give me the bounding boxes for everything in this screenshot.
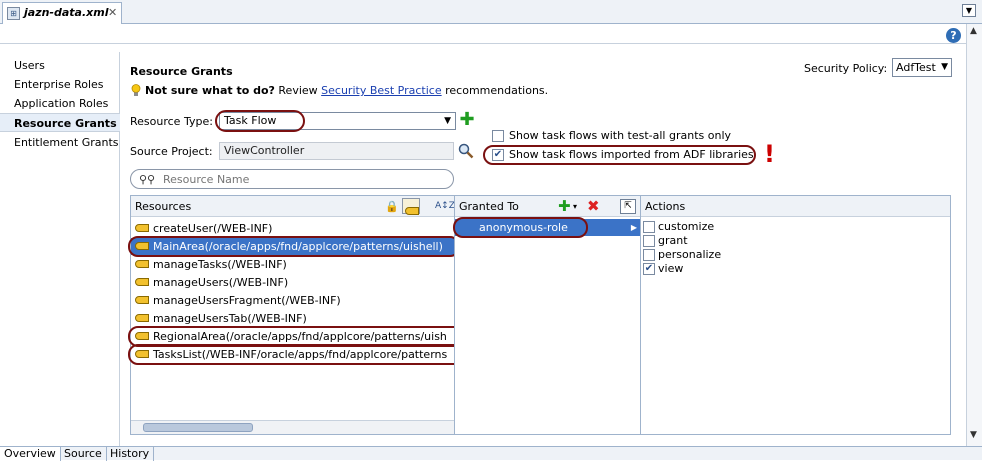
exclamation-mark: ! (764, 140, 775, 168)
highlight-oval-mainarea (128, 236, 460, 257)
document-tab-title: jazn-data.xml (24, 6, 109, 19)
document-tab[interactable]: ⊞ jazn-data.xml ✕ (2, 2, 122, 24)
resource-type-label: Resource Type: (130, 115, 213, 128)
security-policy-label: Security Policy: (804, 62, 888, 75)
nav-entitlement-grants[interactable]: Entitlement Grants (0, 133, 120, 152)
key-icon (135, 224, 149, 232)
key-icon (135, 260, 149, 268)
left-navigation: Users Enterprise Roles Application Roles… (0, 52, 120, 446)
nav-resource-grants[interactable]: Resource Grants (0, 113, 120, 132)
key-icon (135, 296, 149, 304)
add-dropdown-arrow-icon[interactable]: ▾ (573, 196, 577, 217)
bottom-tab-strip: Overview Source History (0, 446, 982, 461)
dropdown-arrow-icon: ▼ (444, 116, 451, 126)
key-icon (135, 314, 149, 322)
actions-header: Actions (641, 196, 950, 217)
nav-users[interactable]: Users (0, 56, 120, 75)
sort-icon[interactable]: A↕Z (435, 196, 455, 217)
tab-list-dropdown-icon[interactable]: ▼ (962, 4, 976, 17)
actions-pane: Actions customize grant personalize ✔ vie… (640, 195, 951, 435)
action-view[interactable]: ✔ view (643, 262, 683, 276)
hint-bold: Not sure what to do? (145, 84, 275, 97)
source-project-field[interactable]: ViewController (219, 142, 454, 160)
highlight-oval-checkbox (483, 145, 756, 165)
resources-header: Resources 🔒 A↕Z (131, 196, 455, 217)
editor-tab-strip (0, 0, 982, 24)
resource-item[interactable]: manageTasks(/WEB-INF) (135, 256, 287, 273)
nav-enterprise-roles[interactable]: Enterprise Roles (0, 75, 120, 94)
expand-icon[interactable]: ⇱ (620, 199, 636, 214)
test-all-checkbox-label: Show task flows with test-all grants onl… (509, 129, 732, 142)
resource-item[interactable]: manageUsersTab(/WEB-INF) (135, 310, 307, 327)
action-checkbox[interactable] (643, 249, 655, 261)
key-icon (135, 278, 149, 286)
highlight-oval-resource-type (215, 110, 305, 132)
add-grantee-icon[interactable]: ✚ (558, 196, 571, 217)
resource-item[interactable]: manageUsersFragment(/WEB-INF) (135, 292, 341, 309)
xml-file-icon: ⊞ (7, 7, 20, 20)
binoculars-icon: ⚲⚲ (139, 173, 156, 186)
hint-post: recommendations. (441, 84, 549, 97)
action-grant[interactable]: grant (643, 234, 688, 248)
help-icon[interactable]: ? (946, 28, 961, 43)
resources-header-label: Resources (135, 200, 192, 213)
vertical-scrollbar[interactable]: ▲ ▼ (966, 24, 982, 446)
action-customize[interactable]: customize (643, 220, 714, 234)
hint-pre: Review (274, 84, 322, 97)
dropdown-arrow-icon: ▼ (941, 62, 948, 72)
search-icon[interactable] (458, 143, 474, 159)
section-title: Resource Grants (130, 65, 233, 78)
scroll-down-icon[interactable]: ▼ (970, 430, 977, 440)
granted-to-pane: Granted To ✚ ▾ ✖ ⇱ anonymous-role ▶ (453, 195, 641, 435)
tab-history[interactable]: History (106, 447, 155, 461)
remove-grantee-icon[interactable]: ✖ (587, 196, 600, 217)
granted-to-header: Granted To ✚ ▾ ✖ ⇱ (455, 196, 640, 217)
lightbulb-icon (131, 84, 141, 96)
add-icon[interactable]: ✚ (459, 111, 475, 129)
action-checkbox[interactable] (643, 221, 655, 233)
editor-toolbar (0, 24, 966, 44)
best-practice-link[interactable]: Security Best Practice (321, 84, 441, 97)
granted-to-header-label: Granted To (459, 200, 519, 213)
resources-pane: Resources 🔒 A↕Z createUser(/WEB-INF) Mai… (128, 195, 465, 435)
hint-text: Not sure what to do? Review Security Bes… (145, 84, 548, 97)
source-project-label: Source Project: (130, 145, 213, 158)
test-all-checkbox[interactable] (492, 130, 504, 142)
action-personalize[interactable]: personalize (643, 248, 721, 262)
resource-item[interactable]: manageUsers(/WEB-INF) (135, 274, 288, 291)
scrollbar-thumb[interactable] (143, 423, 253, 432)
action-checkbox[interactable]: ✔ (643, 263, 655, 275)
action-checkbox[interactable] (643, 235, 655, 247)
lock-icon[interactable]: 🔒 (385, 196, 399, 217)
security-policy-value: AdfTest (896, 61, 936, 74)
close-tab-icon[interactable]: ✕ (108, 6, 117, 19)
chevron-right-icon: ▶ (630, 223, 637, 232)
tab-source[interactable]: Source (60, 447, 107, 461)
resource-item[interactable]: createUser(/WEB-INF) (135, 220, 272, 237)
resource-search-box[interactable]: ⚲⚲ (130, 169, 454, 189)
highlight-oval-taskslist (128, 344, 465, 365)
resource-name-input[interactable] (161, 171, 441, 187)
security-policy-select[interactable]: AdfTest ▼ (892, 58, 952, 77)
key-filter-icon[interactable] (402, 198, 420, 215)
nav-application-roles[interactable]: Application Roles (0, 94, 120, 113)
horizontal-scrollbar[interactable] (131, 420, 454, 434)
highlight-oval-anonymous-role (453, 217, 588, 238)
tab-overview[interactable]: Overview (0, 447, 61, 461)
scroll-up-icon[interactable]: ▲ (970, 26, 977, 36)
